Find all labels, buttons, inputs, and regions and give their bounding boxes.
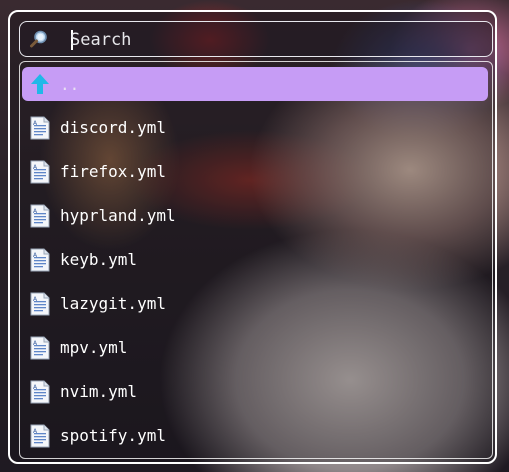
list-item-label: discord.yml <box>60 118 166 137</box>
file-icon: A <box>29 292 51 316</box>
list-item[interactable]: Adiscord.yml <box>22 111 488 145</box>
list-item[interactable]: Alazygit.yml <box>22 287 488 321</box>
list-item-label: firefox.yml <box>60 162 166 181</box>
results-list: .. Adiscord.yml Afirefox.yml Ahyprland.yml A… <box>19 61 493 459</box>
list-item-label: hyprland.yml <box>60 206 176 225</box>
file-icon: A <box>29 380 51 404</box>
list-item[interactable]: Ampv.yml <box>22 331 488 365</box>
file-icon: A <box>29 424 51 448</box>
launcher-window: ..Adiscord.ymlAfirefox.ymlAhyprland.ymlA… <box>8 10 497 464</box>
list-item[interactable]: Ahyprland.yml <box>22 199 488 233</box>
list-item-parent-directory[interactable]: .. <box>22 67 488 101</box>
list-item[interactable]: Aspotify.yml <box>22 419 488 453</box>
list-item-label: lazygit.yml <box>60 294 166 313</box>
search-input[interactable] <box>70 28 470 52</box>
file-icon: A <box>29 336 51 360</box>
file-icon: A <box>29 248 51 272</box>
list-item[interactable]: Afirefox.yml <box>22 155 488 189</box>
arrow-up-icon <box>29 72 51 96</box>
search-icon <box>29 29 49 49</box>
list-item[interactable]: Akeyb.yml <box>22 243 488 277</box>
list-item-label: keyb.yml <box>60 250 138 269</box>
file-icon: A <box>29 116 51 140</box>
list-item-label: spotify.yml <box>60 426 166 445</box>
list-item-label: mpv.yml <box>60 338 128 357</box>
list-item-label: .. <box>60 75 80 94</box>
list-item-label: nvim.yml <box>60 382 138 401</box>
file-icon: A <box>29 160 51 184</box>
file-icon: A <box>29 204 51 228</box>
search-bar[interactable] <box>19 21 493 57</box>
list-item[interactable]: Anvim.yml <box>22 375 488 409</box>
